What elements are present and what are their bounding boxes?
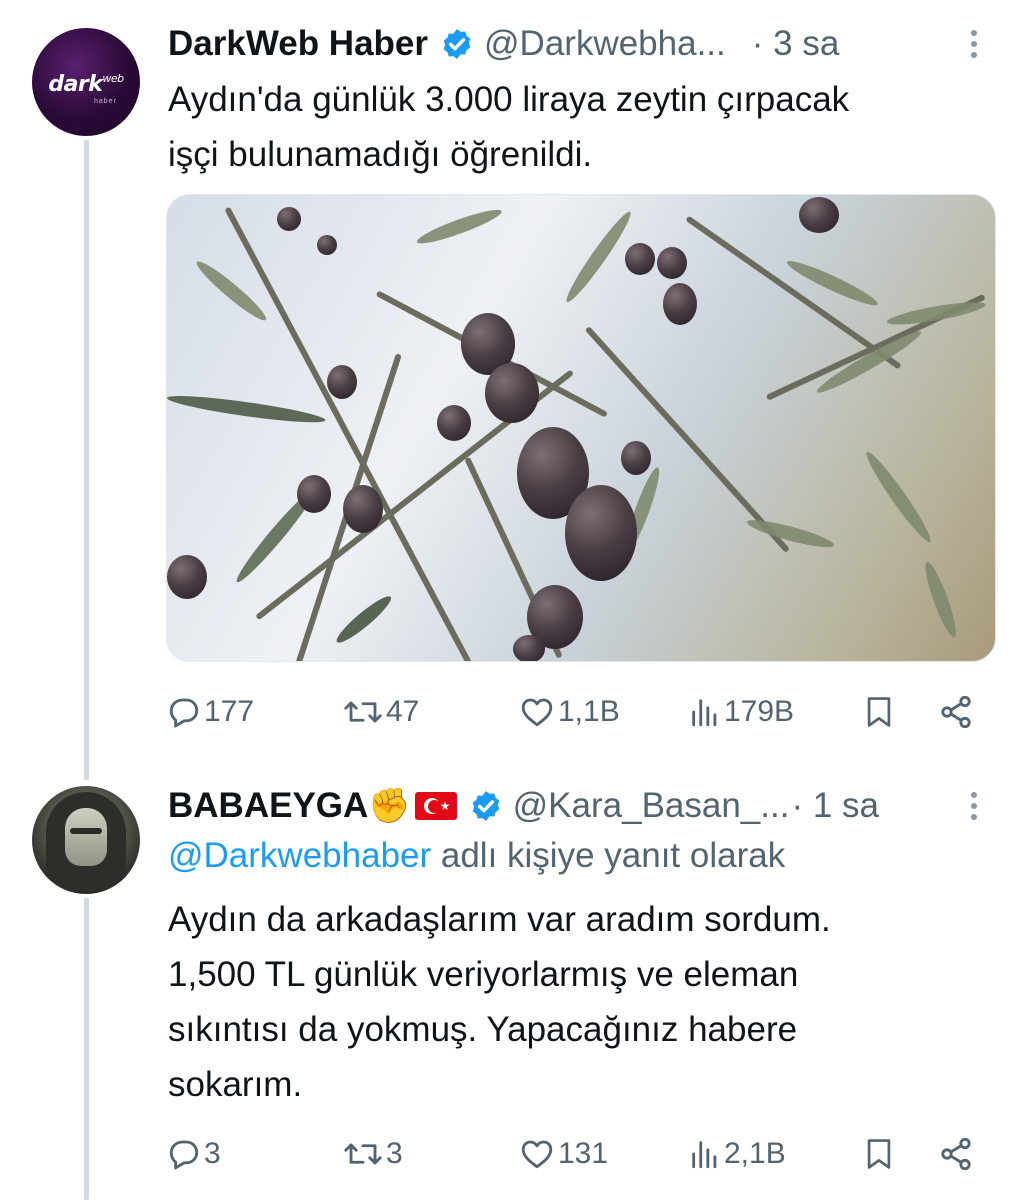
reply-mention-link[interactable]: @Darkwebhaber	[168, 836, 431, 875]
views-count: 179B	[724, 695, 795, 728]
like-icon	[521, 1140, 553, 1169]
retweet-icon	[344, 1143, 382, 1165]
thread-line-bottom	[84, 898, 89, 1200]
author-handle[interactable]: @Darkwebha...	[484, 24, 726, 64]
tweet-actions: 177 47 1,1B 179B	[166, 692, 986, 732]
avatar-logo-subtitle: haber	[94, 98, 117, 105]
thread-line-top	[84, 140, 89, 780]
avatar[interactable]: darkweb haber	[32, 28, 140, 136]
tweet-text: Aydın'da günlük 3.000 liraya zeytin çırp…	[168, 72, 849, 182]
bookmark-button[interactable]	[862, 1134, 896, 1174]
share-button[interactable]	[938, 1134, 974, 1174]
bookmark-icon	[867, 697, 891, 727]
retweet-button[interactable]: 3	[342, 1134, 403, 1174]
turkey-flag-icon: ★	[414, 792, 457, 820]
like-count: 1,1B	[558, 695, 620, 728]
author-name[interactable]: DarkWeb Haber	[168, 24, 428, 64]
retweet-icon	[344, 701, 382, 723]
tweet-text-line: sıkıntısı da yokmuş. Yapacağınız habere	[168, 1010, 798, 1049]
tweet-text-line: Aydın'da günlük 3.000 liraya zeytin çırp…	[168, 80, 850, 119]
tweet-header: DarkWeb Haber @Darkwebha... · 3 sa	[168, 24, 839, 64]
tweet-text-line: 1,500 TL günlük veriyorlarmış ve eleman	[168, 955, 799, 994]
like-button[interactable]: 131	[518, 1134, 608, 1174]
tweet-time[interactable]: · 3 sa	[752, 24, 840, 64]
share-button[interactable]	[938, 692, 974, 732]
retweet-count: 3	[386, 1137, 403, 1170]
more-options-icon[interactable]	[970, 30, 978, 64]
author-handle[interactable]: @Kara_Basan_...	[513, 786, 790, 826]
author-name[interactable]: BABAEYGA	[168, 786, 368, 826]
tweet-text-line: Aydın da arkadaşlarım var aradım sordum.	[168, 900, 831, 939]
avatar-logo: darkweb	[48, 72, 124, 97]
share-icon	[941, 695, 971, 729]
retweet-button[interactable]: 47	[342, 692, 419, 732]
fist-emoji: ✊	[368, 787, 411, 825]
tweet-actions: 3 3 131 2,1B	[166, 1134, 986, 1174]
like-icon	[521, 698, 553, 727]
like-button[interactable]: 1,1B	[518, 692, 620, 732]
views-button[interactable]: 179B	[688, 692, 794, 732]
tweet-header: BABAEYGA ✊ ★ @Kara_Basan_... · 1 sa	[168, 786, 879, 826]
share-icon	[941, 1137, 971, 1171]
verified-badge-icon	[443, 29, 471, 59]
retweet-count: 47	[386, 695, 420, 728]
tweet-text-line: sokarım.	[168, 1065, 303, 1104]
reply-icon	[169, 1140, 199, 1170]
views-button[interactable]: 2,1B	[688, 1134, 786, 1174]
reply-context: @Darkwebhaber adlı kişiye yanıt olarak	[168, 836, 785, 876]
reply-button[interactable]: 177	[166, 692, 254, 732]
tweet-time[interactable]: · 1 sa	[791, 786, 879, 826]
bookmark-button[interactable]	[862, 692, 896, 732]
views-count: 2,1B	[724, 1137, 786, 1170]
avatar[interactable]	[32, 786, 140, 894]
verified-badge-icon	[472, 791, 499, 821]
reply-context-text: adlı kişiye yanıt olarak	[431, 836, 786, 875]
views-icon	[692, 1141, 717, 1169]
reply-count: 177	[204, 695, 255, 728]
more-options-icon[interactable]	[970, 792, 978, 826]
tweet-photo[interactable]	[166, 194, 996, 662]
tweet-text: Aydın da arkadaşlarım var aradım sordum.…	[168, 892, 831, 1112]
tweet-text-line: işçi bulunamadığı öğrenildi.	[168, 135, 593, 174]
like-count: 131	[558, 1137, 609, 1170]
reply-icon	[169, 698, 199, 728]
bookmark-icon	[867, 1139, 891, 1169]
views-icon	[692, 699, 717, 727]
reply-count: 3	[204, 1137, 221, 1170]
reply-button[interactable]: 3	[166, 1134, 221, 1174]
